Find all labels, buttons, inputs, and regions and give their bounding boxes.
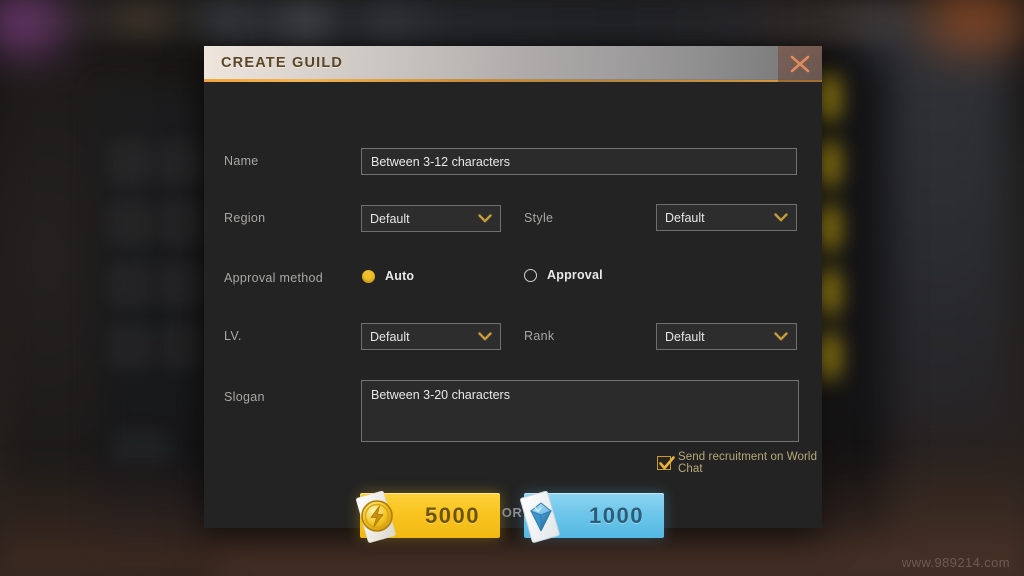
- background-card: [158, 324, 202, 370]
- chevron-down-icon: [774, 332, 788, 341]
- lv-value: Default: [370, 329, 410, 344]
- background-card: [108, 140, 152, 186]
- region-label: Region: [224, 211, 266, 225]
- diamond-amount: 1000: [589, 502, 644, 528]
- close-x-icon: [790, 55, 810, 73]
- create-guild-dialog: CREATE GUILD Name Between 3-12 character…: [204, 46, 822, 543]
- world-chat-checkbox-label: Send recruitment on World Chat: [678, 451, 818, 475]
- dialog-body: Name Between 3-12 characters Region Defa…: [204, 82, 822, 543]
- guild-name-input[interactable]: Between 3-12 characters: [361, 148, 797, 175]
- rank-dropdown[interactable]: Default: [656, 323, 797, 350]
- chevron-down-icon: [774, 213, 788, 222]
- gold-coin-icon: [356, 490, 396, 543]
- style-value: Default: [665, 210, 705, 225]
- lv-label: LV.: [224, 329, 242, 343]
- background-card: [108, 262, 152, 308]
- site-watermark: www.989214.com: [901, 555, 1010, 570]
- radio-unselected-icon: [524, 268, 537, 282]
- background-card: [108, 200, 152, 246]
- buy-with-diamonds-button[interactable]: 1000: [520, 490, 664, 543]
- rank-value: Default: [665, 329, 705, 344]
- world-chat-checkbox[interactable]: [657, 456, 675, 470]
- rank-label: Rank: [524, 329, 555, 343]
- approval-method-label: Approval method: [224, 271, 324, 285]
- background-card: [158, 200, 202, 246]
- dialog-title: CREATE GUILD: [221, 55, 344, 71]
- diamond-icon: [520, 490, 560, 543]
- chevron-down-icon: [478, 332, 492, 341]
- world-chat-checkbox-row[interactable]: Send recruitment on World Chat: [657, 451, 822, 475]
- radio-selected-icon: [362, 269, 375, 283]
- background-orange-glow: [930, 0, 1020, 50]
- background-card: [158, 140, 202, 186]
- guild-slogan-input[interactable]: Between 3-20 characters: [361, 380, 799, 442]
- background-card: [108, 324, 152, 370]
- approval-option-auto[interactable]: Auto: [362, 269, 414, 283]
- approval-option-approval[interactable]: Approval: [524, 268, 603, 282]
- name-label: Name: [224, 154, 259, 168]
- checkmark-icon: [659, 456, 675, 470]
- close-button[interactable]: [778, 46, 822, 82]
- approval-option-auto-label: Auto: [385, 269, 415, 283]
- background-card: [158, 262, 202, 308]
- slogan-label: Slogan: [224, 390, 265, 404]
- lv-dropdown[interactable]: Default: [361, 323, 501, 350]
- buy-with-coins-button[interactable]: 5000: [356, 490, 500, 543]
- style-label: Style: [524, 211, 554, 225]
- region-dropdown[interactable]: Default: [361, 205, 501, 232]
- dialog-title-bar: CREATE GUILD: [204, 46, 822, 82]
- approval-option-approval-label: Approval: [547, 268, 603, 282]
- style-dropdown[interactable]: Default: [656, 204, 797, 231]
- chevron-down-icon: [478, 214, 492, 223]
- coin-amount: 5000: [425, 502, 480, 528]
- region-value: Default: [370, 211, 410, 226]
- background-purple-glow: [0, 0, 60, 54]
